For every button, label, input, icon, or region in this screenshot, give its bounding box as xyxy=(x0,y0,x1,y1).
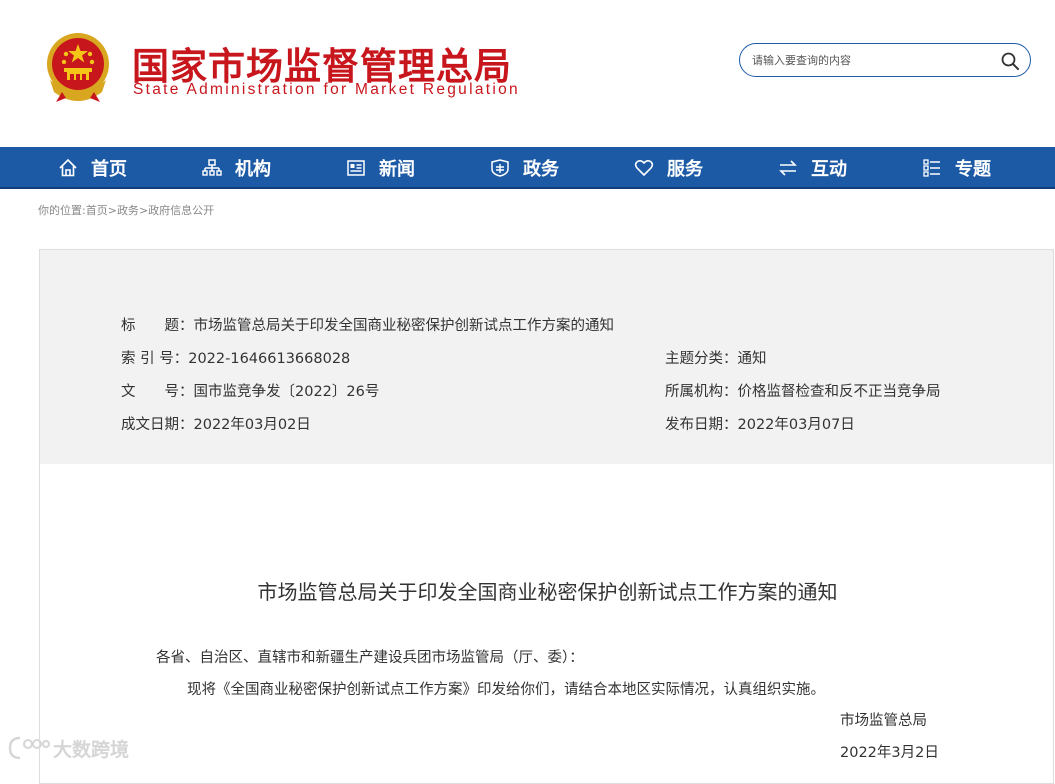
document-title: 市场监管总局关于印发全国商业秘密保护创新试点工作方案的通知 xyxy=(257,580,838,604)
document-salutation: 各省、自治区、直辖市和新疆生产建设兵团市场监管局（厅、委）： xyxy=(156,650,584,666)
breadcrumb-item-home[interactable]: 首页 xyxy=(86,204,108,217)
breadcrumb-item-disclosure[interactable]: 政府信息公开 xyxy=(148,204,214,217)
meta-index-key: 索 引 号： xyxy=(121,351,189,367)
search-input[interactable] xyxy=(752,51,992,70)
meta-topic-value: 通知 xyxy=(737,351,767,367)
breadcrumb-separator: > xyxy=(107,204,117,217)
meta-docno-key: 文 号： xyxy=(121,384,194,400)
meta-title-value: 市场监管总局关于印发全国商业秘密保护创新试点工作方案的通知 xyxy=(193,318,615,334)
breadcrumb-prefix: 你的位置: xyxy=(38,204,86,217)
meta-date-value: 2022年03月02日 xyxy=(193,417,311,433)
document-content-panel xyxy=(39,464,1054,784)
nav-item-affairs[interactable]: 政务 xyxy=(490,147,559,189)
breadcrumb-separator: > xyxy=(138,204,149,217)
search-box xyxy=(739,43,1031,77)
meta-index-row: 索 引 号：2022-1646613668028 xyxy=(121,347,350,368)
affairs-icon xyxy=(491,159,509,177)
nav-item-org[interactable]: 机构 xyxy=(202,147,271,189)
meta-index-value: 2022-1646613668028 xyxy=(188,351,351,367)
topic-icon xyxy=(923,159,940,177)
nav-item-label: 专题 xyxy=(955,159,991,180)
breadcrumb-item-affairs[interactable]: 政务 xyxy=(117,204,139,217)
nav-item-interact[interactable]: 互动 xyxy=(778,147,847,189)
nav-item-news[interactable]: 新闻 xyxy=(346,147,415,189)
site-header: 国家市场监督管理总局 State Administration for Mark… xyxy=(0,0,1055,147)
meta-docno-row: 文 号：国市监竞争发〔2022〕26号 xyxy=(121,380,379,401)
meta-topic-row: 主题分类：通知 xyxy=(665,347,767,368)
nav-item-service[interactable]: 服务 xyxy=(634,147,703,189)
nav-item-home[interactable]: 首页 xyxy=(58,147,127,189)
nav-item-label: 互动 xyxy=(811,159,847,180)
search-icon[interactable] xyxy=(1000,51,1020,71)
site-logo-subtitle: State Administration for Market Regulati… xyxy=(133,81,520,98)
news-icon xyxy=(347,160,365,176)
watermark: 大数跨境 xyxy=(6,734,129,762)
nav-item-label: 首页 xyxy=(91,159,127,180)
org-icon xyxy=(202,159,222,176)
meta-topic-key: 主题分类： xyxy=(665,351,738,367)
breadcrumb: 你的位置:首页>政务>政府信息公开 xyxy=(38,202,214,218)
main-nav: 首页 机构 新闻 政务 服务 互动 专题 xyxy=(0,147,1055,189)
document-body-paragraph: 现将《全国商业秘密保护创新试点工作方案》印发给你们，请结合本地区实际情况，认真组… xyxy=(187,682,825,698)
meta-org-value: 价格监督检查和反不正当竞争局 xyxy=(737,384,941,400)
nav-item-label: 政务 xyxy=(523,159,559,180)
meta-docno-value: 国市监竞争发〔2022〕26号 xyxy=(193,384,380,400)
meta-title-key: 标 题： xyxy=(121,318,194,334)
meta-date-row: 成文日期：2022年03月02日 xyxy=(121,413,311,434)
nav-item-label: 服务 xyxy=(667,159,703,180)
watermark-text: 大数跨境 xyxy=(53,738,130,761)
national-emblem-icon[interactable] xyxy=(42,30,114,104)
nav-item-label: 机构 xyxy=(235,159,271,180)
document-signer: 市场监管总局 xyxy=(840,713,927,729)
meta-date-key: 成文日期： xyxy=(121,417,194,433)
nav-item-topic[interactable]: 专题 xyxy=(922,147,991,189)
meta-org-key: 所属机构： xyxy=(665,384,738,400)
home-icon xyxy=(59,158,77,177)
meta-pubdate-row: 发布日期：2022年03月07日 xyxy=(665,413,855,434)
document-date: 2022年3月2日 xyxy=(840,745,939,761)
meta-org-row: 所属机构：价格监督检查和反不正当竞争局 xyxy=(665,380,941,401)
meta-pubdate-key: 发布日期： xyxy=(665,417,738,433)
watermark-logo-icon xyxy=(8,736,50,760)
meta-title-row: 标 题：市场监管总局关于印发全国商业秘密保护创新试点工作方案的通知 xyxy=(121,314,614,335)
exchange-icon xyxy=(779,160,797,176)
meta-pubdate-value: 2022年03月07日 xyxy=(737,417,855,433)
nav-item-label: 新闻 xyxy=(379,159,415,180)
heart-icon xyxy=(634,159,654,177)
